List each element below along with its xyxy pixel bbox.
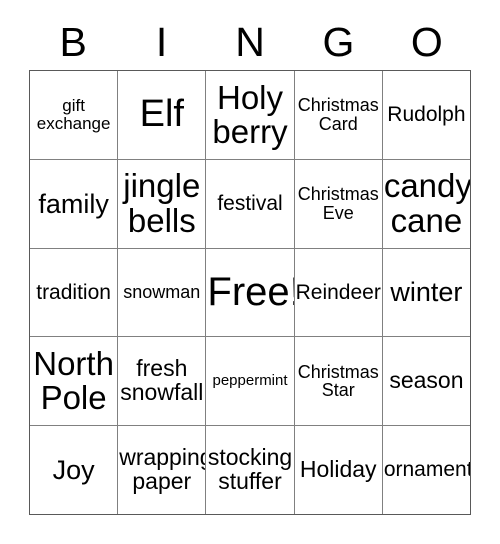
bingo-cell[interactable]: Reindeer [295, 248, 383, 337]
bingo-cell[interactable]: Joy [30, 426, 119, 514]
bingo-cell-label: peppermint [212, 372, 288, 390]
bingo-cell[interactable]: snowman [118, 248, 207, 337]
bingo-cell[interactable]: North Pole [30, 337, 119, 426]
bingo-cell-label: Rudolph [387, 102, 466, 126]
bingo-header-letter-i: I [155, 18, 168, 65]
bingo-card: B I N G O gift exchange Elf Holy berry C… [0, 0, 500, 544]
bingo-header-letter-b: B [59, 18, 87, 65]
bingo-cell[interactable]: stocking stuffer [206, 426, 295, 514]
bingo-cell[interactable]: family [30, 159, 119, 248]
bingo-cell[interactable]: Elf [118, 71, 207, 159]
bingo-cell[interactable]: Holy berry [206, 71, 295, 159]
bingo-header-letter-o: O [410, 18, 443, 65]
bingo-cell[interactable]: Christmas Star [295, 337, 383, 426]
bingo-cell[interactable]: gift exchange [30, 71, 119, 159]
bingo-cell[interactable]: jingle bells [118, 159, 207, 248]
bingo-cell-label: tradition [36, 280, 111, 304]
bingo-cell-label: fresh snowfall [120, 355, 204, 406]
bingo-cell[interactable]: wrapping paper [118, 426, 207, 514]
bingo-cell[interactable]: candy cane [383, 160, 470, 248]
bingo-cell-label: wrapping paper [119, 444, 207, 495]
bingo-row: tradition snowman Free! Reindeer winter [30, 248, 470, 338]
bingo-cell-label: gift exchange [36, 96, 111, 133]
bingo-cell[interactable]: Christmas Card [295, 71, 383, 159]
bingo-grid: gift exchange Elf Holy berry Christmas C… [29, 70, 471, 515]
bingo-cell-label: festival [217, 191, 283, 215]
bingo-cell-label: candy cane [383, 167, 471, 239]
bingo-cell-label: stocking stuffer [207, 444, 293, 495]
bingo-cell-label: Reindeer [295, 280, 381, 304]
bingo-cell[interactable]: peppermint [206, 337, 295, 426]
bingo-header-letter-n: N [235, 18, 265, 65]
bingo-cell-label: winter [390, 277, 463, 308]
bingo-row: family jingle bells festival Christmas E… [30, 159, 470, 249]
bingo-cell[interactable]: tradition [30, 248, 119, 337]
bingo-cell-label: ornament [383, 458, 471, 482]
bingo-cell[interactable]: ornament [383, 426, 470, 514]
bingo-cell[interactable]: fresh snowfall [118, 337, 207, 426]
bingo-row: gift exchange Elf Holy berry Christmas C… [30, 71, 470, 160]
bingo-cell-label: Elf [139, 93, 184, 136]
bingo-cell[interactable]: festival [206, 159, 295, 248]
bingo-row: Joy wrapping paper stocking stuffer Holi… [30, 426, 470, 514]
bingo-cell-label: Free! [207, 269, 295, 314]
bingo-row: North Pole fresh snowfall peppermint Chr… [30, 337, 470, 427]
bingo-cell-label: snowman [123, 282, 201, 303]
bingo-header-letter-g: G [322, 18, 355, 65]
bingo-cell[interactable]: Rudolph [383, 71, 470, 159]
bingo-cell-label: Christmas Card [297, 95, 379, 134]
bingo-header-row: B I N G O [29, 14, 471, 70]
bingo-cell-label: North Pole [33, 344, 114, 417]
bingo-cell[interactable]: season [383, 337, 470, 425]
bingo-cell-label: Holy berry [212, 78, 288, 150]
bingo-cell-label: jingle bells [123, 167, 201, 239]
bingo-cell[interactable]: Holiday [295, 426, 383, 514]
bingo-cell-free[interactable]: Free! [206, 248, 295, 337]
bingo-cell-label: family [38, 188, 109, 219]
bingo-cell-label: Holiday [299, 456, 377, 483]
bingo-cell-label: Christmas Star [297, 361, 379, 401]
bingo-cell-label: Christmas Eve [297, 183, 379, 223]
bingo-cell-label: season [389, 367, 464, 394]
bingo-cell-label: Joy [52, 455, 95, 486]
bingo-cell[interactable]: winter [383, 249, 470, 337]
bingo-cell[interactable]: Christmas Eve [295, 159, 383, 248]
